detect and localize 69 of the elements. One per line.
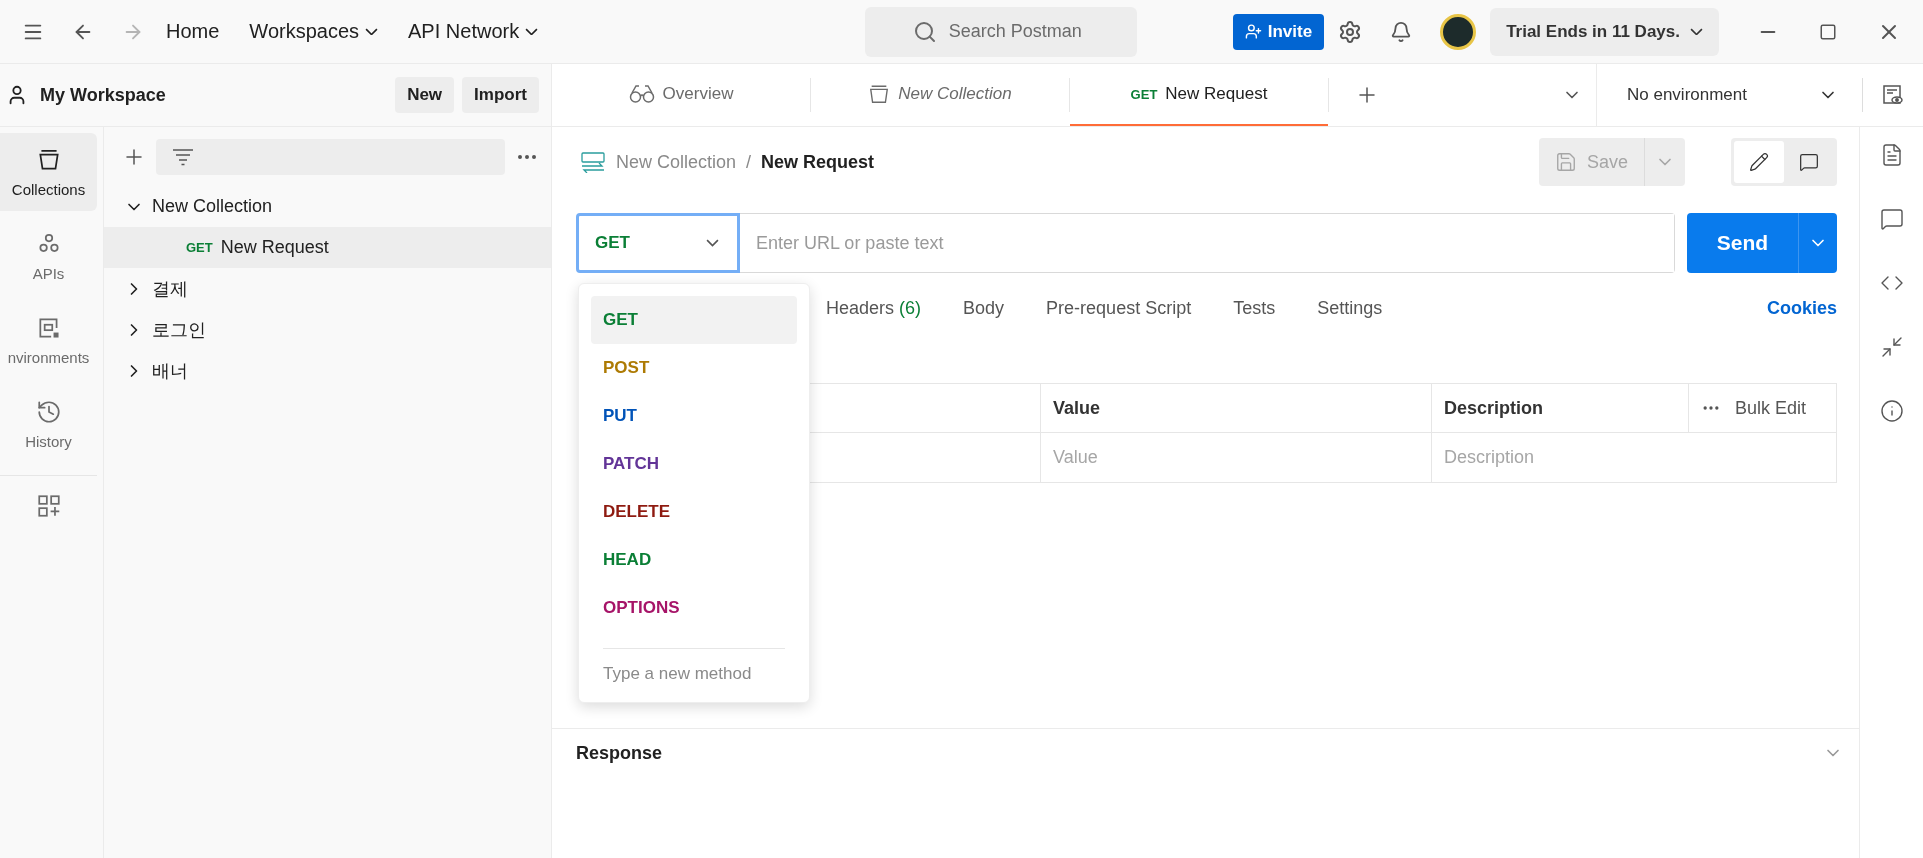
tree-item[interactable]: 결제	[104, 268, 551, 309]
count-label: (6)	[899, 297, 922, 318]
filter-field[interactable]	[156, 139, 505, 175]
search-field[interactable]: Search Postman	[864, 6, 1137, 57]
sidebar-item[interactable]: nvironments	[0, 301, 97, 379]
method-label: GET	[1130, 86, 1158, 102]
pencil-icon	[1749, 152, 1769, 172]
breadcrumb-separator: /	[746, 151, 752, 173]
bulk-edit-button[interactable]: Bulk Edit	[1735, 397, 1807, 419]
sidebar-item[interactable]: History	[0, 385, 97, 463]
menu-item[interactable]: PUT	[591, 392, 797, 440]
tab-label: New Collection	[898, 84, 1012, 104]
request-icon	[580, 151, 606, 173]
column-header: Description	[1432, 384, 1689, 433]
tree-item[interactable]: New Collection	[104, 186, 551, 227]
method-select[interactable]: GET	[576, 213, 740, 273]
menu-item[interactable]: DELETE	[591, 488, 797, 536]
import-button[interactable]: Import	[462, 77, 539, 113]
request-tab[interactable]: Pre-request Script	[1046, 297, 1192, 319]
add-user-icon	[1244, 23, 1262, 40]
tree-label: 로그인	[152, 318, 206, 342]
history-icon	[35, 398, 62, 425]
new-button[interactable]: New	[395, 77, 455, 113]
comment-icon[interactable]	[1879, 207, 1904, 231]
filter-icon	[172, 148, 194, 166]
request-tab[interactable]: Body	[963, 297, 1005, 319]
tree-item[interactable]: GET New Request	[104, 227, 551, 268]
info-icon[interactable]	[1879, 399, 1904, 423]
tree-label: New Request	[220, 237, 329, 258]
tree-label: New Collection	[152, 196, 273, 217]
invite-button[interactable]: Invite	[1232, 13, 1325, 50]
request-tab[interactable]: Settings	[1317, 297, 1383, 319]
nav-link[interactable]: Home	[158, 16, 228, 47]
request-title: New Request	[761, 151, 875, 173]
breadcrumb-link[interactable]: New Collection	[616, 151, 737, 173]
column-header: Value	[1041, 384, 1432, 433]
search-icon	[912, 19, 937, 44]
tab-label: New Request	[1165, 84, 1268, 104]
request-tab[interactable]: Headers (6)	[826, 297, 922, 319]
sidebar-item[interactable]: Collections	[0, 133, 97, 211]
response-title: Response	[576, 743, 663, 764]
avatar-icon[interactable]	[1440, 13, 1477, 50]
trial-button[interactable]: Trial Ends in 11 Days.	[1490, 7, 1719, 56]
menu-item[interactable]: HEAD	[591, 536, 797, 584]
nav-link[interactable]: API Network	[400, 16, 547, 47]
collections-icon	[868, 83, 891, 105]
tree-item[interactable]: 로그인	[104, 309, 551, 350]
request-tab[interactable]: Tests	[1233, 297, 1276, 319]
tab-label: Overview	[662, 84, 734, 104]
menu-item[interactable]: POST	[591, 344, 797, 392]
edit-button[interactable]	[1734, 141, 1784, 183]
glasses-icon	[628, 84, 655, 104]
tree-item[interactable]: 배너	[104, 350, 551, 391]
menu-item[interactable]: GET	[591, 296, 797, 344]
url-input[interactable]: Enter URL or paste text	[740, 213, 1675, 273]
apps-grid-icon	[35, 492, 62, 519]
menu-item[interactable]: PATCH	[591, 440, 797, 488]
chevron-down-icon	[706, 239, 719, 247]
cookies-link[interactable]: Cookies	[1766, 297, 1837, 319]
tree-label: 결제	[152, 277, 188, 301]
chevron-down-icon	[1690, 27, 1703, 36]
method-label: GET	[186, 240, 213, 255]
nav-link[interactable]: Workspaces	[241, 16, 387, 47]
comment-icon	[1799, 152, 1819, 172]
workspace-title: My Workspace	[40, 84, 166, 106]
tree-label: 배너	[152, 359, 188, 383]
sidebar-item[interactable]: APIs	[0, 217, 97, 295]
save-icon	[1554, 151, 1577, 173]
menu-item[interactable]: OPTIONS	[591, 584, 797, 632]
